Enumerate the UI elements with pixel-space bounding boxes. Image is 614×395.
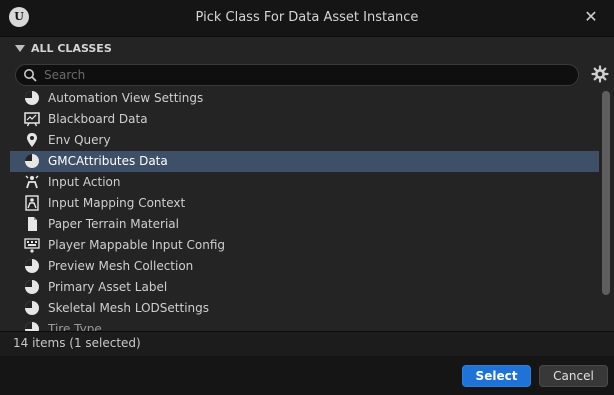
collapse-triangle-icon[interactable]: [15, 45, 25, 52]
list-item[interactable]: Skeletal Mesh LODSettings: [10, 298, 599, 319]
list-item[interactable]: Input Mapping Context: [10, 193, 599, 214]
list-item-label: Paper Terrain Material: [48, 217, 179, 231]
close-icon[interactable]: ✕: [582, 8, 600, 26]
list-item-label: Input Action: [48, 175, 121, 189]
pie-icon: [25, 301, 39, 315]
item-count: 14 items (1 selected): [13, 336, 141, 350]
list-item[interactable]: Preview Mesh Collection: [10, 256, 599, 277]
select-button[interactable]: Select: [462, 365, 531, 387]
list-item-label: Input Mapping Context: [48, 196, 186, 210]
blackboard-icon: [24, 112, 40, 127]
dialog-footer: Select Cancel: [0, 356, 614, 395]
list-item[interactable]: Blackboard Data: [10, 109, 599, 130]
list-item[interactable]: Automation View Settings: [10, 88, 599, 109]
list-item-label: Tire Type: [48, 322, 102, 331]
search-icon: [24, 69, 37, 82]
scrollbar-thumb[interactable]: [602, 91, 610, 295]
gear-icon[interactable]: [591, 65, 609, 83]
keyboard-icon: [24, 238, 40, 253]
status-bar: 14 items (1 selected): [0, 331, 614, 356]
list-item-label: Primary Asset Label: [48, 280, 168, 294]
window-title: Pick Class For Data Asset Instance: [195, 10, 419, 25]
list-item[interactable]: Env Query: [10, 130, 599, 151]
title-bar: U Pick Class For Data Asset Instance ✕: [0, 0, 614, 36]
class-list[interactable]: Automation View Settings Blackboard Data E…: [10, 88, 599, 331]
pie-icon: [25, 280, 39, 294]
pie-icon: [25, 259, 39, 273]
input-mapping-icon: [25, 195, 39, 211]
pin-icon: [27, 133, 37, 147]
pie-icon: [25, 91, 39, 105]
list-item[interactable]: Paper Terrain Material: [10, 214, 599, 235]
search-input[interactable]: [44, 65, 564, 85]
list-item[interactable]: Input Action: [10, 172, 599, 193]
list-item-label: Skeletal Mesh LODSettings: [48, 301, 210, 315]
pie-icon: [25, 322, 39, 331]
section-label: ALL CLASSES: [31, 42, 112, 55]
pie-icon: [25, 154, 39, 168]
list-item[interactable]: Player Mappable Input Config: [10, 235, 599, 256]
list-item[interactable]: Primary Asset Label: [10, 277, 599, 298]
input-action-icon: [25, 175, 39, 189]
list-item-label: Player Mappable Input Config: [48, 238, 225, 252]
list-item[interactable]: Tire Type: [10, 319, 599, 331]
list-item-label: Blackboard Data: [48, 112, 148, 126]
list-item-label: Automation View Settings: [48, 91, 204, 105]
list-item-label: GMCAttributes Data: [48, 154, 168, 168]
search-box[interactable]: [15, 64, 579, 86]
list-item-label: Env Query: [48, 133, 111, 147]
paper-icon: [28, 217, 37, 231]
list-item-label: Preview Mesh Collection: [48, 259, 194, 273]
all-classes-header[interactable]: ALL CLASSES: [0, 36, 614, 61]
list-item[interactable]: GMCAttributes Data: [10, 151, 599, 172]
cancel-button[interactable]: Cancel: [539, 365, 608, 387]
class-picker-panel: Automation View Settings Blackboard Data E…: [0, 61, 614, 331]
